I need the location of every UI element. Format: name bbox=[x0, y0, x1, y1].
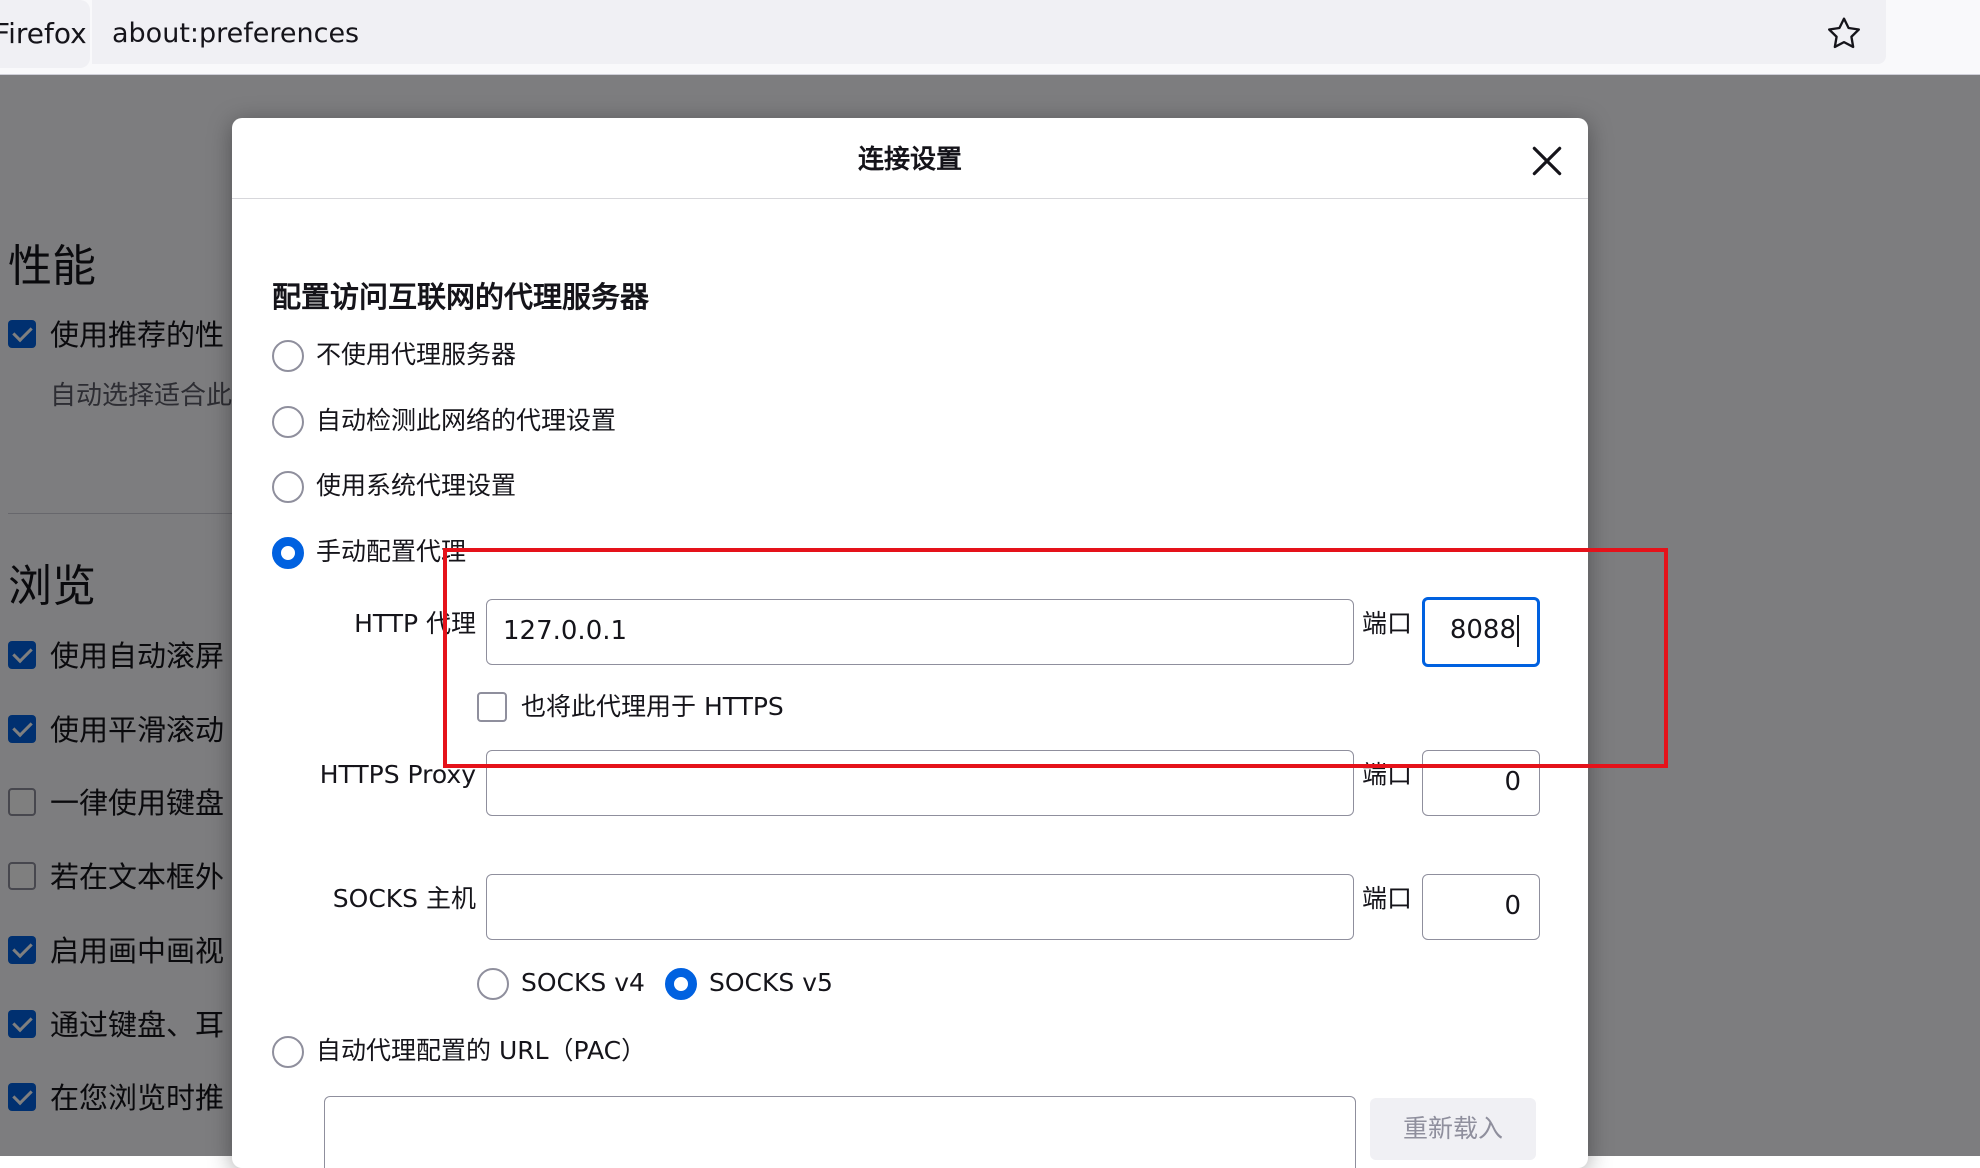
socks-host-input[interactable] bbox=[486, 874, 1354, 940]
radio-pac-url[interactable] bbox=[272, 1036, 304, 1068]
radio-auto-detect[interactable] bbox=[272, 406, 304, 438]
highlight-box bbox=[443, 548, 1668, 768]
browser-toolbar: Firefox about:preferences bbox=[0, 0, 1980, 75]
radio-system-proxy[interactable] bbox=[272, 471, 304, 503]
reload-button[interactable]: 重新载入 bbox=[1370, 1098, 1536, 1160]
radio-label-no-proxy[interactable]: 不使用代理服务器 bbox=[316, 338, 516, 372]
proxy-section-heading: 配置访问互联网的代理服务器 bbox=[272, 280, 650, 314]
url-text[interactable]: about:preferences bbox=[112, 0, 359, 68]
socks-host-label: SOCKS 主机 bbox=[332, 884, 476, 913]
radio-socks-v4[interactable] bbox=[477, 968, 509, 1000]
socks-port-label: 端口 bbox=[1362, 884, 1413, 913]
radio-label-pac-url[interactable]: 自动代理配置的 URL（PAC） bbox=[316, 1034, 646, 1068]
radio-label-auto-detect[interactable]: 自动检测此网络的代理设置 bbox=[316, 404, 616, 438]
radio-socks-v5[interactable] bbox=[665, 968, 697, 1000]
socks-port-input[interactable]: 0 bbox=[1422, 874, 1540, 940]
dialog-title: 连接设置 bbox=[857, 145, 962, 175]
url-bar[interactable]: about:preferences bbox=[92, 0, 1886, 64]
pac-url-input[interactable] bbox=[324, 1096, 1356, 1168]
radio-label-socks-v4[interactable]: SOCKS v4 bbox=[521, 966, 645, 1000]
radio-manual-proxy[interactable] bbox=[272, 537, 304, 569]
radio-label-system-proxy[interactable]: 使用系统代理设置 bbox=[316, 469, 516, 503]
radio-label-socks-v5[interactable]: SOCKS v5 bbox=[709, 966, 833, 1000]
star-icon[interactable] bbox=[1824, 14, 1864, 54]
close-icon[interactable] bbox=[1528, 142, 1566, 180]
radio-no-proxy[interactable] bbox=[272, 340, 304, 372]
identity-box[interactable]: Firefox bbox=[0, 0, 90, 68]
dialog-header: 连接设置 bbox=[232, 118, 1588, 199]
